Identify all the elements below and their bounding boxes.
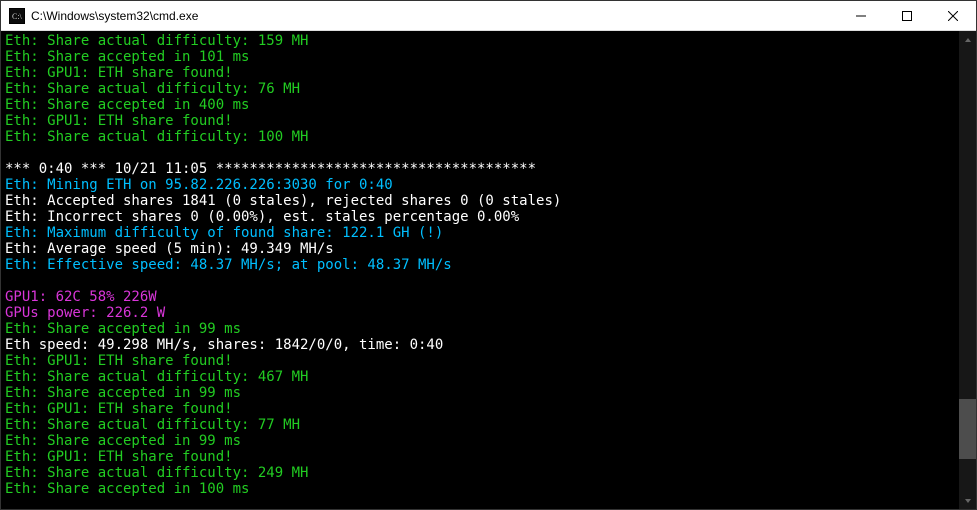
console-line: Eth: Share actual difficulty: 467 MH (5, 369, 955, 385)
vertical-scrollbar[interactable] (959, 31, 976, 509)
close-button[interactable] (930, 1, 976, 30)
titlebar[interactable]: C:\ C:\Windows\system32\cmd.exe (1, 1, 976, 31)
console-line: Eth: Share accepted in 100 ms (5, 481, 955, 497)
console-line: Eth: GPU1: ETH share found! (5, 65, 955, 81)
console-line: Eth: Incorrect shares 0 (0.00%), est. st… (5, 209, 955, 225)
console-line: Eth: Share accepted in 99 ms (5, 385, 955, 401)
console-line: Eth: Average speed (5 min): 49.349 MH/s (5, 241, 955, 257)
scroll-up-arrow[interactable] (959, 31, 976, 48)
console-line: Eth: Share actual difficulty: 76 MH (5, 81, 955, 97)
console-output[interactable]: Eth: Share actual difficulty: 159 MHEth:… (1, 31, 959, 509)
console-line: GPUs power: 226.2 W (5, 305, 955, 321)
console-line (5, 145, 955, 161)
console-line: *** 0:40 *** 10/21 11:05 ***************… (5, 161, 955, 177)
console-line: Eth: Mining ETH on 95.82.226.226:3030 fo… (5, 177, 955, 193)
console-line: Eth: Share accepted in 400 ms (5, 97, 955, 113)
console-line: Eth speed: 49.298 MH/s, shares: 1842/0/0… (5, 337, 955, 353)
console-line: Eth: GPU1: ETH share found! (5, 113, 955, 129)
console-area: Eth: Share actual difficulty: 159 MHEth:… (1, 31, 976, 509)
console-line: Eth: Share accepted in 99 ms (5, 433, 955, 449)
scroll-thumb[interactable] (959, 399, 976, 459)
console-line: Eth: Share accepted in 101 ms (5, 49, 955, 65)
console-line: Eth: GPU1: ETH share found! (5, 449, 955, 465)
console-line: Eth: Share actual difficulty: 77 MH (5, 417, 955, 433)
console-line: Eth: Share actual difficulty: 249 MH (5, 465, 955, 481)
console-line (5, 273, 955, 289)
console-line: Eth: Effective speed: 48.37 MH/s; at poo… (5, 257, 955, 273)
minimize-button[interactable] (838, 1, 884, 30)
scroll-down-arrow[interactable] (959, 492, 976, 509)
console-line: Eth: Accepted shares 1841 (0 stales), re… (5, 193, 955, 209)
console-line: Eth: Maximum difficulty of found share: … (5, 225, 955, 241)
window-title: C:\Windows\system32\cmd.exe (31, 9, 838, 23)
svg-text:C:\: C:\ (12, 12, 23, 21)
console-line: Eth: Share actual difficulty: 100 MH (5, 129, 955, 145)
console-line: Eth: Share accepted in 99 ms (5, 321, 955, 337)
cmd-window: C:\ C:\Windows\system32\cmd.exe Eth: Sha… (0, 0, 977, 510)
console-line: Eth: GPU1: ETH share found! (5, 353, 955, 369)
console-line: Eth: GPU1: ETH share found! (5, 401, 955, 417)
console-line: GPU1: 62C 58% 226W (5, 289, 955, 305)
window-controls (838, 1, 976, 30)
cmd-icon: C:\ (9, 8, 25, 24)
console-line: Eth: Share actual difficulty: 159 MH (5, 33, 955, 49)
maximize-button[interactable] (884, 1, 930, 30)
